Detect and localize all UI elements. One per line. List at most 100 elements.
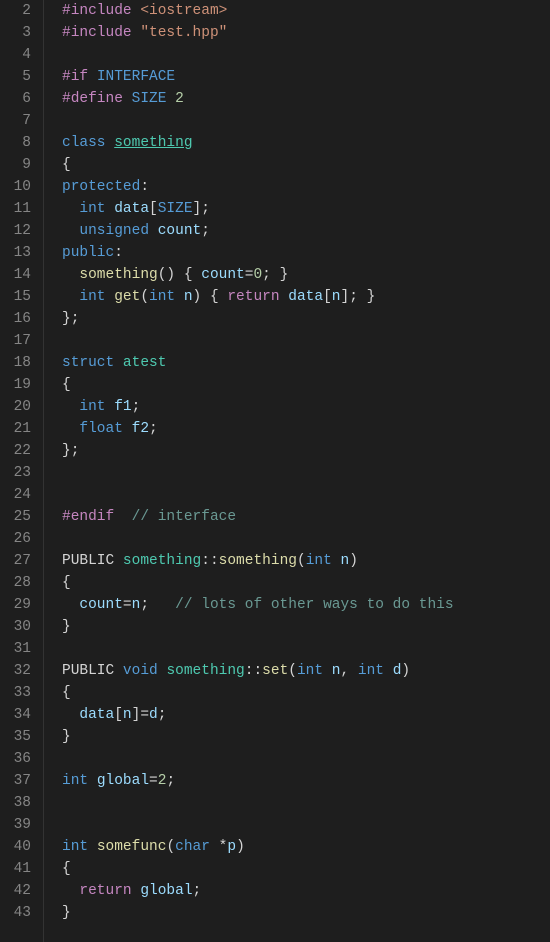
code-line[interactable]: class something: [62, 132, 550, 154]
code-token: [62, 267, 79, 283]
code-token: #define: [62, 91, 123, 107]
code-line[interactable]: }: [62, 616, 550, 638]
code-token: ;: [149, 421, 158, 437]
code-token: {: [62, 575, 71, 591]
line-number: 18: [0, 352, 31, 374]
line-number: 26: [0, 528, 31, 550]
code-token: #if: [62, 69, 88, 85]
code-token: count: [201, 267, 245, 283]
code-token: 2: [175, 91, 184, 107]
code-line[interactable]: #if INTERFACE: [62, 66, 550, 88]
code-token: #include: [62, 3, 132, 19]
code-token: ;: [201, 223, 210, 239]
line-number: 25: [0, 506, 31, 528]
code-token: [149, 223, 158, 239]
line-number: 38: [0, 792, 31, 814]
line-number: 11: [0, 198, 31, 220]
line-number: 9: [0, 154, 31, 176]
code-line[interactable]: int data[SIZE];: [62, 198, 550, 220]
code-token: (: [140, 289, 149, 305]
code-line[interactable]: [62, 44, 550, 66]
code-token: unsigned: [79, 223, 149, 239]
line-number: 43: [0, 902, 31, 924]
code-line[interactable]: return global;: [62, 880, 550, 902]
code-token: (: [288, 663, 297, 679]
code-token: n: [332, 663, 341, 679]
code-line[interactable]: [62, 462, 550, 484]
code-line[interactable]: {: [62, 374, 550, 396]
code-token: something: [114, 135, 192, 151]
code-line[interactable]: #endif // interface: [62, 506, 550, 528]
code-line[interactable]: PUBLIC void something::set(int n, int d): [62, 660, 550, 682]
code-line[interactable]: float f2;: [62, 418, 550, 440]
code-line[interactable]: int f1;: [62, 396, 550, 418]
code-token: =: [123, 597, 132, 613]
code-line[interactable]: [62, 110, 550, 132]
code-line[interactable]: protected:: [62, 176, 550, 198]
code-line[interactable]: {: [62, 858, 550, 880]
code-token: }: [62, 619, 71, 635]
code-line[interactable]: int global=2;: [62, 770, 550, 792]
line-number: 10: [0, 176, 31, 198]
code-token: n: [184, 289, 193, 305]
code-line[interactable]: count=n; // lots of other ways to do thi…: [62, 594, 550, 616]
code-line[interactable]: #include <iostream>: [62, 0, 550, 22]
code-line[interactable]: [62, 638, 550, 660]
code-line[interactable]: int somefunc(char *p): [62, 836, 550, 858]
code-token: data: [114, 201, 149, 217]
code-token: [88, 839, 97, 855]
code-line[interactable]: [62, 814, 550, 836]
code-line[interactable]: [62, 330, 550, 352]
code-token: // lots of other ways to do this: [175, 597, 453, 613]
line-number: 14: [0, 264, 31, 286]
code-line[interactable]: unsigned count;: [62, 220, 550, 242]
code-token: :: [114, 245, 123, 261]
code-line[interactable]: }: [62, 902, 550, 924]
code-line[interactable]: struct atest: [62, 352, 550, 374]
code-line[interactable]: {: [62, 572, 550, 594]
code-line[interactable]: {: [62, 154, 550, 176]
code-token: int: [79, 289, 105, 305]
code-token: [: [149, 201, 158, 217]
line-number: 19: [0, 374, 31, 396]
code-line[interactable]: #include "test.hpp": [62, 22, 550, 44]
code-line[interactable]: data[n]=d;: [62, 704, 550, 726]
code-line[interactable]: };: [62, 440, 550, 462]
code-token: ) {: [193, 289, 228, 305]
code-line[interactable]: public:: [62, 242, 550, 264]
code-editor[interactable]: 2345678910111213141516171819202122232425…: [0, 0, 550, 942]
line-number: 17: [0, 330, 31, 352]
code-line[interactable]: }: [62, 726, 550, 748]
code-token: something: [166, 663, 244, 679]
code-token: ]; }: [341, 289, 376, 305]
code-token: #endif: [62, 509, 114, 525]
code-line[interactable]: something() { count=0; }: [62, 264, 550, 286]
code-line[interactable]: PUBLIC something::something(int n): [62, 550, 550, 572]
code-line[interactable]: {: [62, 682, 550, 704]
code-token: int: [79, 201, 105, 217]
code-line[interactable]: [62, 484, 550, 506]
code-token: count: [79, 597, 123, 613]
code-token: int: [149, 289, 175, 305]
code-token: [62, 289, 79, 305]
code-token: <iostream>: [140, 3, 227, 19]
code-token: [62, 201, 79, 217]
code-area[interactable]: #include <iostream>#include "test.hpp"#i…: [44, 0, 550, 942]
line-number: 20: [0, 396, 31, 418]
code-line[interactable]: int get(int n) { return data[n]; }: [62, 286, 550, 308]
code-token: [106, 289, 115, 305]
code-line[interactable]: [62, 528, 550, 550]
code-line[interactable]: };: [62, 308, 550, 330]
code-token: ;: [140, 597, 175, 613]
code-token: atest: [123, 355, 167, 371]
code-token: [114, 509, 131, 525]
code-line[interactable]: [62, 792, 550, 814]
code-line[interactable]: #define SIZE 2: [62, 88, 550, 110]
line-number: 39: [0, 814, 31, 836]
code-token: char: [175, 839, 210, 855]
code-token: f2: [132, 421, 149, 437]
code-token: protected: [62, 179, 140, 195]
code-token: something: [79, 267, 157, 283]
code-line[interactable]: [62, 748, 550, 770]
code-token: [106, 399, 115, 415]
